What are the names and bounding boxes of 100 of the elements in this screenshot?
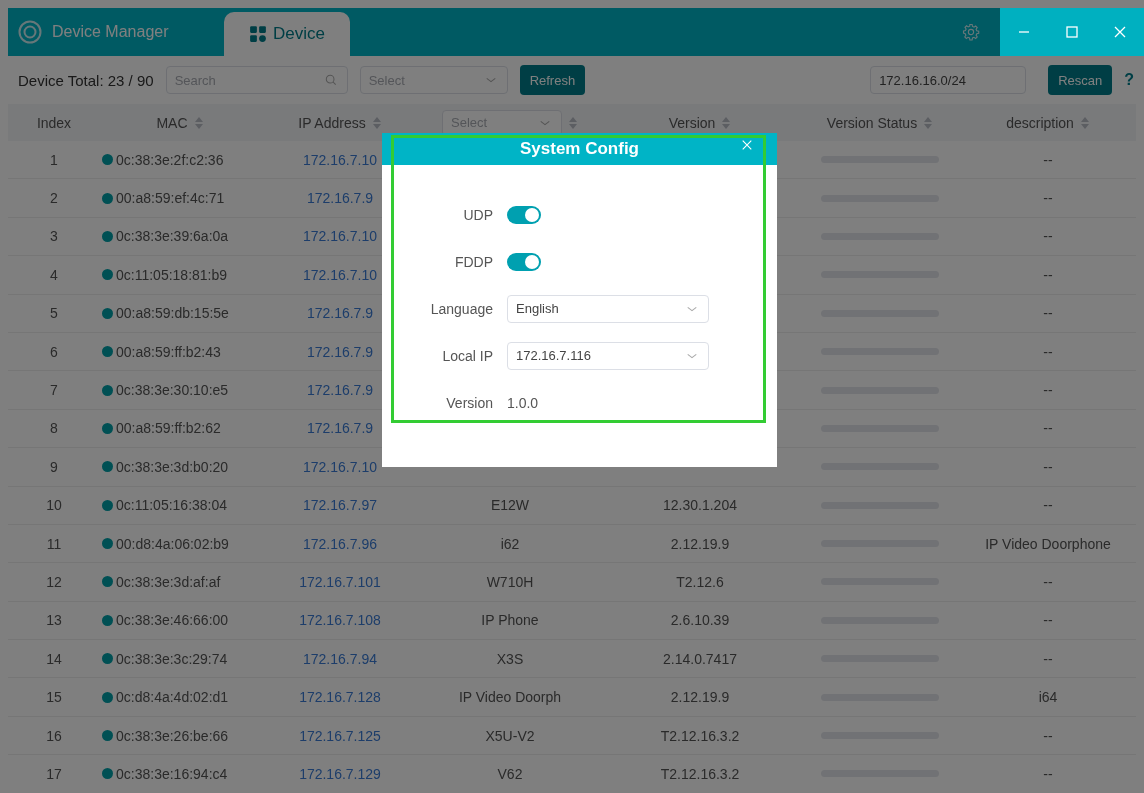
- mac-address: 0c:38:3e:26:be:66: [116, 727, 229, 744]
- table-cell: IP Video Doorphone: [985, 535, 1111, 552]
- sort-icon[interactable]: [721, 115, 732, 130]
- table-cell: --: [1043, 190, 1053, 207]
- mac-address: 0c:11:05:18:81:b9: [116, 266, 228, 283]
- table-cell: 14: [46, 650, 62, 667]
- table-cell: --: [1043, 612, 1053, 629]
- app-title: Device Manager: [52, 23, 170, 41]
- table-cell: 12: [46, 574, 62, 590]
- table-cell: 2.14.0.7417: [663, 650, 737, 667]
- ip-link[interactable]: 172.16.7.129: [299, 765, 381, 782]
- refresh-button[interactable]: Refresh: [519, 65, 586, 95]
- sort-icon[interactable]: [568, 115, 578, 130]
- field-label: Local IP: [441, 347, 493, 364]
- table-cell: 10: [46, 497, 62, 514]
- mac-address: 0c:38:3e:3c:29:74: [116, 650, 228, 667]
- settings-icon[interactable]: [962, 23, 980, 41]
- table-cell: X3S: [496, 650, 524, 667]
- table-cell: T2.12.16.3.2: [660, 765, 740, 782]
- field-label: FDDP: [453, 253, 493, 270]
- mac-address: 0c:38:3e:30:10:e5: [116, 382, 229, 399]
- ip-link[interactable]: 172.16.7.128: [299, 689, 381, 706]
- table-cell: --: [1043, 343, 1053, 360]
- search-icon: [324, 74, 337, 86]
- column-header: description: [1006, 114, 1074, 131]
- table-cell: 2.6.10.39: [670, 612, 730, 629]
- maximize-icon[interactable]: [1065, 25, 1079, 39]
- dropdown-field[interactable]: English: [507, 294, 709, 323]
- table-cell: W710H: [486, 574, 534, 590]
- table-cell: 16: [46, 727, 62, 744]
- ip-link[interactable]: 172.16.7.9: [306, 343, 374, 360]
- table-cell: 17: [46, 765, 62, 782]
- table-cell: --: [1043, 497, 1053, 514]
- table-cell: 2.12.19.9: [670, 689, 730, 706]
- table-cell: 2.12.19.9: [670, 535, 730, 552]
- ip-link[interactable]: 172.16.7.94: [303, 650, 377, 667]
- ip-link[interactable]: 172.16.7.97: [303, 497, 377, 514]
- mac-address: 0c:11:05:16:38:04: [116, 497, 228, 514]
- sort-icon[interactable]: [923, 115, 934, 130]
- mac-address: 00:d8:4a:06:02:b9: [116, 535, 229, 552]
- mac-address: 0c:38:3e:39:6a:0a: [116, 228, 229, 245]
- mac-address: 00:a8:59:db:15:5e: [116, 305, 229, 322]
- field-label: UDP: [462, 206, 493, 223]
- ip-link[interactable]: 172.16.7.9: [306, 382, 374, 399]
- table-cell: --: [1043, 151, 1053, 168]
- toggle-switch[interactable]: [507, 252, 541, 271]
- close-icon[interactable]: [1113, 25, 1127, 39]
- table-cell: 15: [46, 689, 62, 706]
- table-cell: --: [1043, 458, 1053, 475]
- ip-link[interactable]: 172.16.7.10: [303, 151, 377, 168]
- table-cell: --: [1043, 420, 1053, 437]
- table-cell: 13: [46, 612, 62, 629]
- rescan-button[interactable]: Rescan: [1048, 65, 1113, 95]
- table-cell: 5: [50, 305, 58, 322]
- table-cell: i62: [500, 535, 520, 552]
- column-header: MAC: [156, 114, 188, 131]
- ip-link[interactable]: 172.16.7.10: [303, 458, 377, 475]
- sort-icon[interactable]: [371, 115, 382, 130]
- table-cell: X5U-V2: [485, 727, 535, 744]
- ip-link[interactable]: 172.16.7.10: [303, 266, 377, 283]
- table-cell: 6: [50, 343, 58, 360]
- table-cell: IP Video Doorph: [458, 689, 562, 706]
- sort-icon[interactable]: [1079, 115, 1090, 130]
- table-cell: 3: [50, 228, 58, 245]
- ip-link[interactable]: 172.16.7.10: [303, 228, 377, 245]
- table-cell: 11: [46, 535, 62, 552]
- dialog-title: System Config: [520, 139, 639, 159]
- table-cell: 8: [50, 420, 58, 437]
- close-icon[interactable]: [741, 139, 753, 151]
- ip-link[interactable]: 172.16.7.101: [299, 574, 381, 590]
- mac-address: 0c:d8:4a:4d:02:d1: [116, 689, 229, 706]
- table-cell: --: [1043, 574, 1053, 590]
- help-link[interactable]: ?: [1124, 71, 1134, 89]
- grid-icon: [249, 25, 267, 43]
- sort-icon[interactable]: [193, 115, 204, 130]
- subnet-field[interactable]: 172.16.16.0/24: [870, 66, 1027, 94]
- ip-link[interactable]: 172.16.7.96: [303, 535, 377, 552]
- dropdown-field[interactable]: 172.16.7.116: [507, 341, 709, 370]
- field-label: Language: [429, 300, 493, 317]
- column-header: Version: [668, 114, 716, 131]
- mac-address: 0c:38:3e:2f:c2:36: [116, 151, 224, 168]
- ip-link[interactable]: 172.16.7.125: [299, 727, 381, 744]
- table-cell: --: [1043, 727, 1053, 744]
- table-cell: 4: [50, 266, 58, 283]
- mac-address: 0c:38:3e:46:66:00: [116, 612, 229, 629]
- table-cell: 7: [50, 382, 58, 399]
- table-cell: V62: [497, 765, 523, 782]
- table-cell: 9: [50, 458, 58, 475]
- ip-link[interactable]: 172.16.7.9: [306, 305, 374, 322]
- mac-address: 00:a8:59:ef:4c:71: [116, 190, 225, 207]
- table-cell: 2: [50, 190, 58, 207]
- toggle-switch[interactable]: [507, 205, 541, 224]
- device-tab[interactable]: Device: [224, 12, 350, 56]
- app-logo-icon: [18, 20, 42, 44]
- ip-link[interactable]: 172.16.7.9: [306, 190, 374, 207]
- table-cell: T2.12.16.3.2: [660, 727, 740, 744]
- field-label: Version: [445, 394, 493, 411]
- mac-address: 00:a8:59:ff:b2:43: [116, 343, 221, 360]
- ip-link[interactable]: 172.16.7.108: [299, 612, 381, 629]
- ip-link[interactable]: 172.16.7.9: [306, 420, 374, 437]
